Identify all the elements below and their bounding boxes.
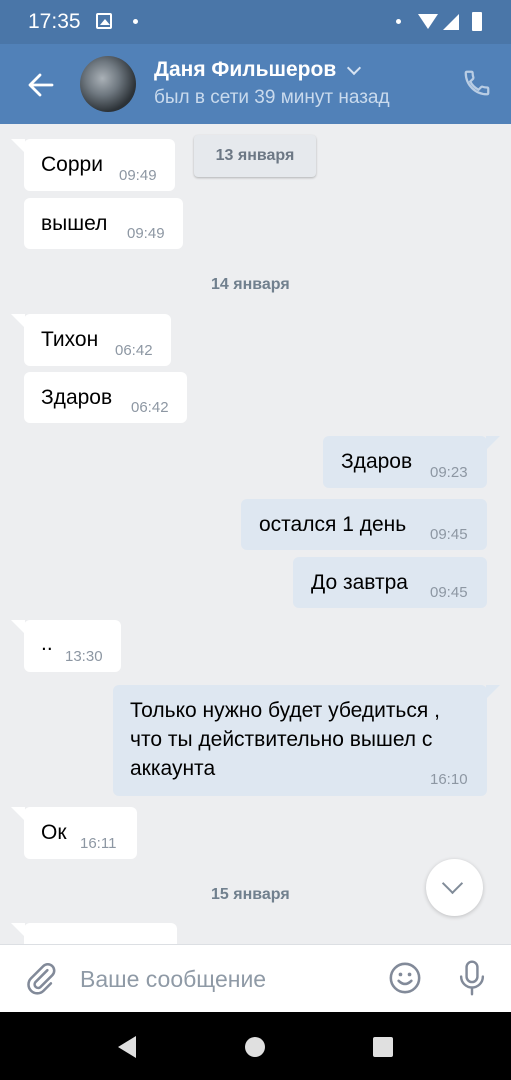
message-input[interactable] (80, 963, 370, 995)
message-composer (0, 944, 511, 1013)
message-bubble[interactable]: Сорри 09:49 (11, 139, 175, 191)
message-text-line: что ты действительно вышел с (130, 728, 433, 751)
phone-icon[interactable] (462, 68, 492, 98)
nav-home-icon[interactable] (245, 1037, 265, 1057)
message-bubble[interactable]: Тихон 06:42 (11, 314, 171, 366)
message-bubble[interactable]: Только нужно будет убедиться , что ты де… (113, 685, 500, 796)
message-text-line: аккаунта (130, 757, 216, 780)
floating-date-chip: 13 января (194, 135, 316, 177)
paperclip-icon[interactable] (24, 961, 58, 995)
message-time: 16:11 (80, 835, 117, 852)
message-text: .. (41, 632, 53, 655)
message-text: остался 1 день (259, 513, 407, 536)
message-bubble[interactable]: Здаров 09:23 (323, 436, 500, 488)
emoji-icon[interactable] (388, 961, 422, 995)
message-time: 09:49 (119, 167, 157, 184)
dot-icon (133, 19, 138, 24)
date-separator: 15 января (211, 886, 290, 903)
message-time: 16:10 (430, 771, 468, 788)
message-time: 06:42 (131, 399, 169, 416)
chevron-down-icon[interactable] (346, 60, 362, 76)
message-text: До завтра (311, 571, 408, 594)
status-bar: 17:35 (0, 0, 511, 44)
message-text: Здаров (41, 386, 113, 409)
message-text: Ок (41, 821, 67, 844)
message-time: 13:30 (65, 648, 103, 665)
message-time: 09:45 (430, 584, 468, 601)
message-time: 09:49 (127, 225, 165, 242)
message-time: 09:23 (430, 464, 468, 481)
image-icon (96, 13, 112, 29)
message-text: Тихон (41, 328, 99, 351)
message-time: 09:45 (430, 526, 468, 543)
wifi-icon (418, 14, 438, 29)
message-text: вышел (41, 212, 108, 235)
system-nav-bar (0, 1012, 511, 1080)
message-bubble[interactable]: До завтра 09:45 (293, 557, 487, 608)
message-bubble[interactable]: Ок 16:11 (11, 807, 137, 859)
avatar[interactable] (80, 56, 136, 112)
scroll-down-button[interactable] (426, 859, 483, 916)
contact-name[interactable]: Даня Фильшеров (154, 58, 336, 82)
back-arrow-icon[interactable] (26, 70, 56, 100)
microphone-icon[interactable] (455, 959, 489, 997)
date-separator: 14 января (211, 276, 290, 293)
message-bubble[interactable]: остался 1 день 09:45 (241, 499, 487, 550)
signal-icon (443, 14, 459, 30)
nav-recents-icon[interactable] (373, 1037, 393, 1057)
chat-header: Даня Фильшеров был в сети 39 минут назад (0, 44, 511, 124)
message-text-line: Только нужно будет убедиться , (130, 699, 440, 722)
contact-status: был в сети 39 минут назад (154, 87, 390, 108)
message-time: 06:42 (115, 342, 153, 359)
message-bubble[interactable]: .. 13:30 (11, 620, 121, 672)
message-text: Сорри (41, 153, 103, 176)
battery-icon (472, 12, 482, 31)
chevron-down-icon (441, 872, 464, 895)
message-list[interactable]: Сорри 09:49 вышел 09:49 14 января Тихон … (0, 124, 511, 944)
status-time: 17:35 (28, 10, 81, 33)
message-bubble[interactable]: вышел 09:49 (24, 198, 183, 249)
nav-back-icon[interactable] (118, 1036, 136, 1058)
message-text: Здаров (341, 450, 413, 473)
message-bubble[interactable]: Здаров 06:42 (24, 372, 187, 423)
message-bubble-partial[interactable] (11, 923, 177, 944)
dot-icon (396, 19, 401, 24)
